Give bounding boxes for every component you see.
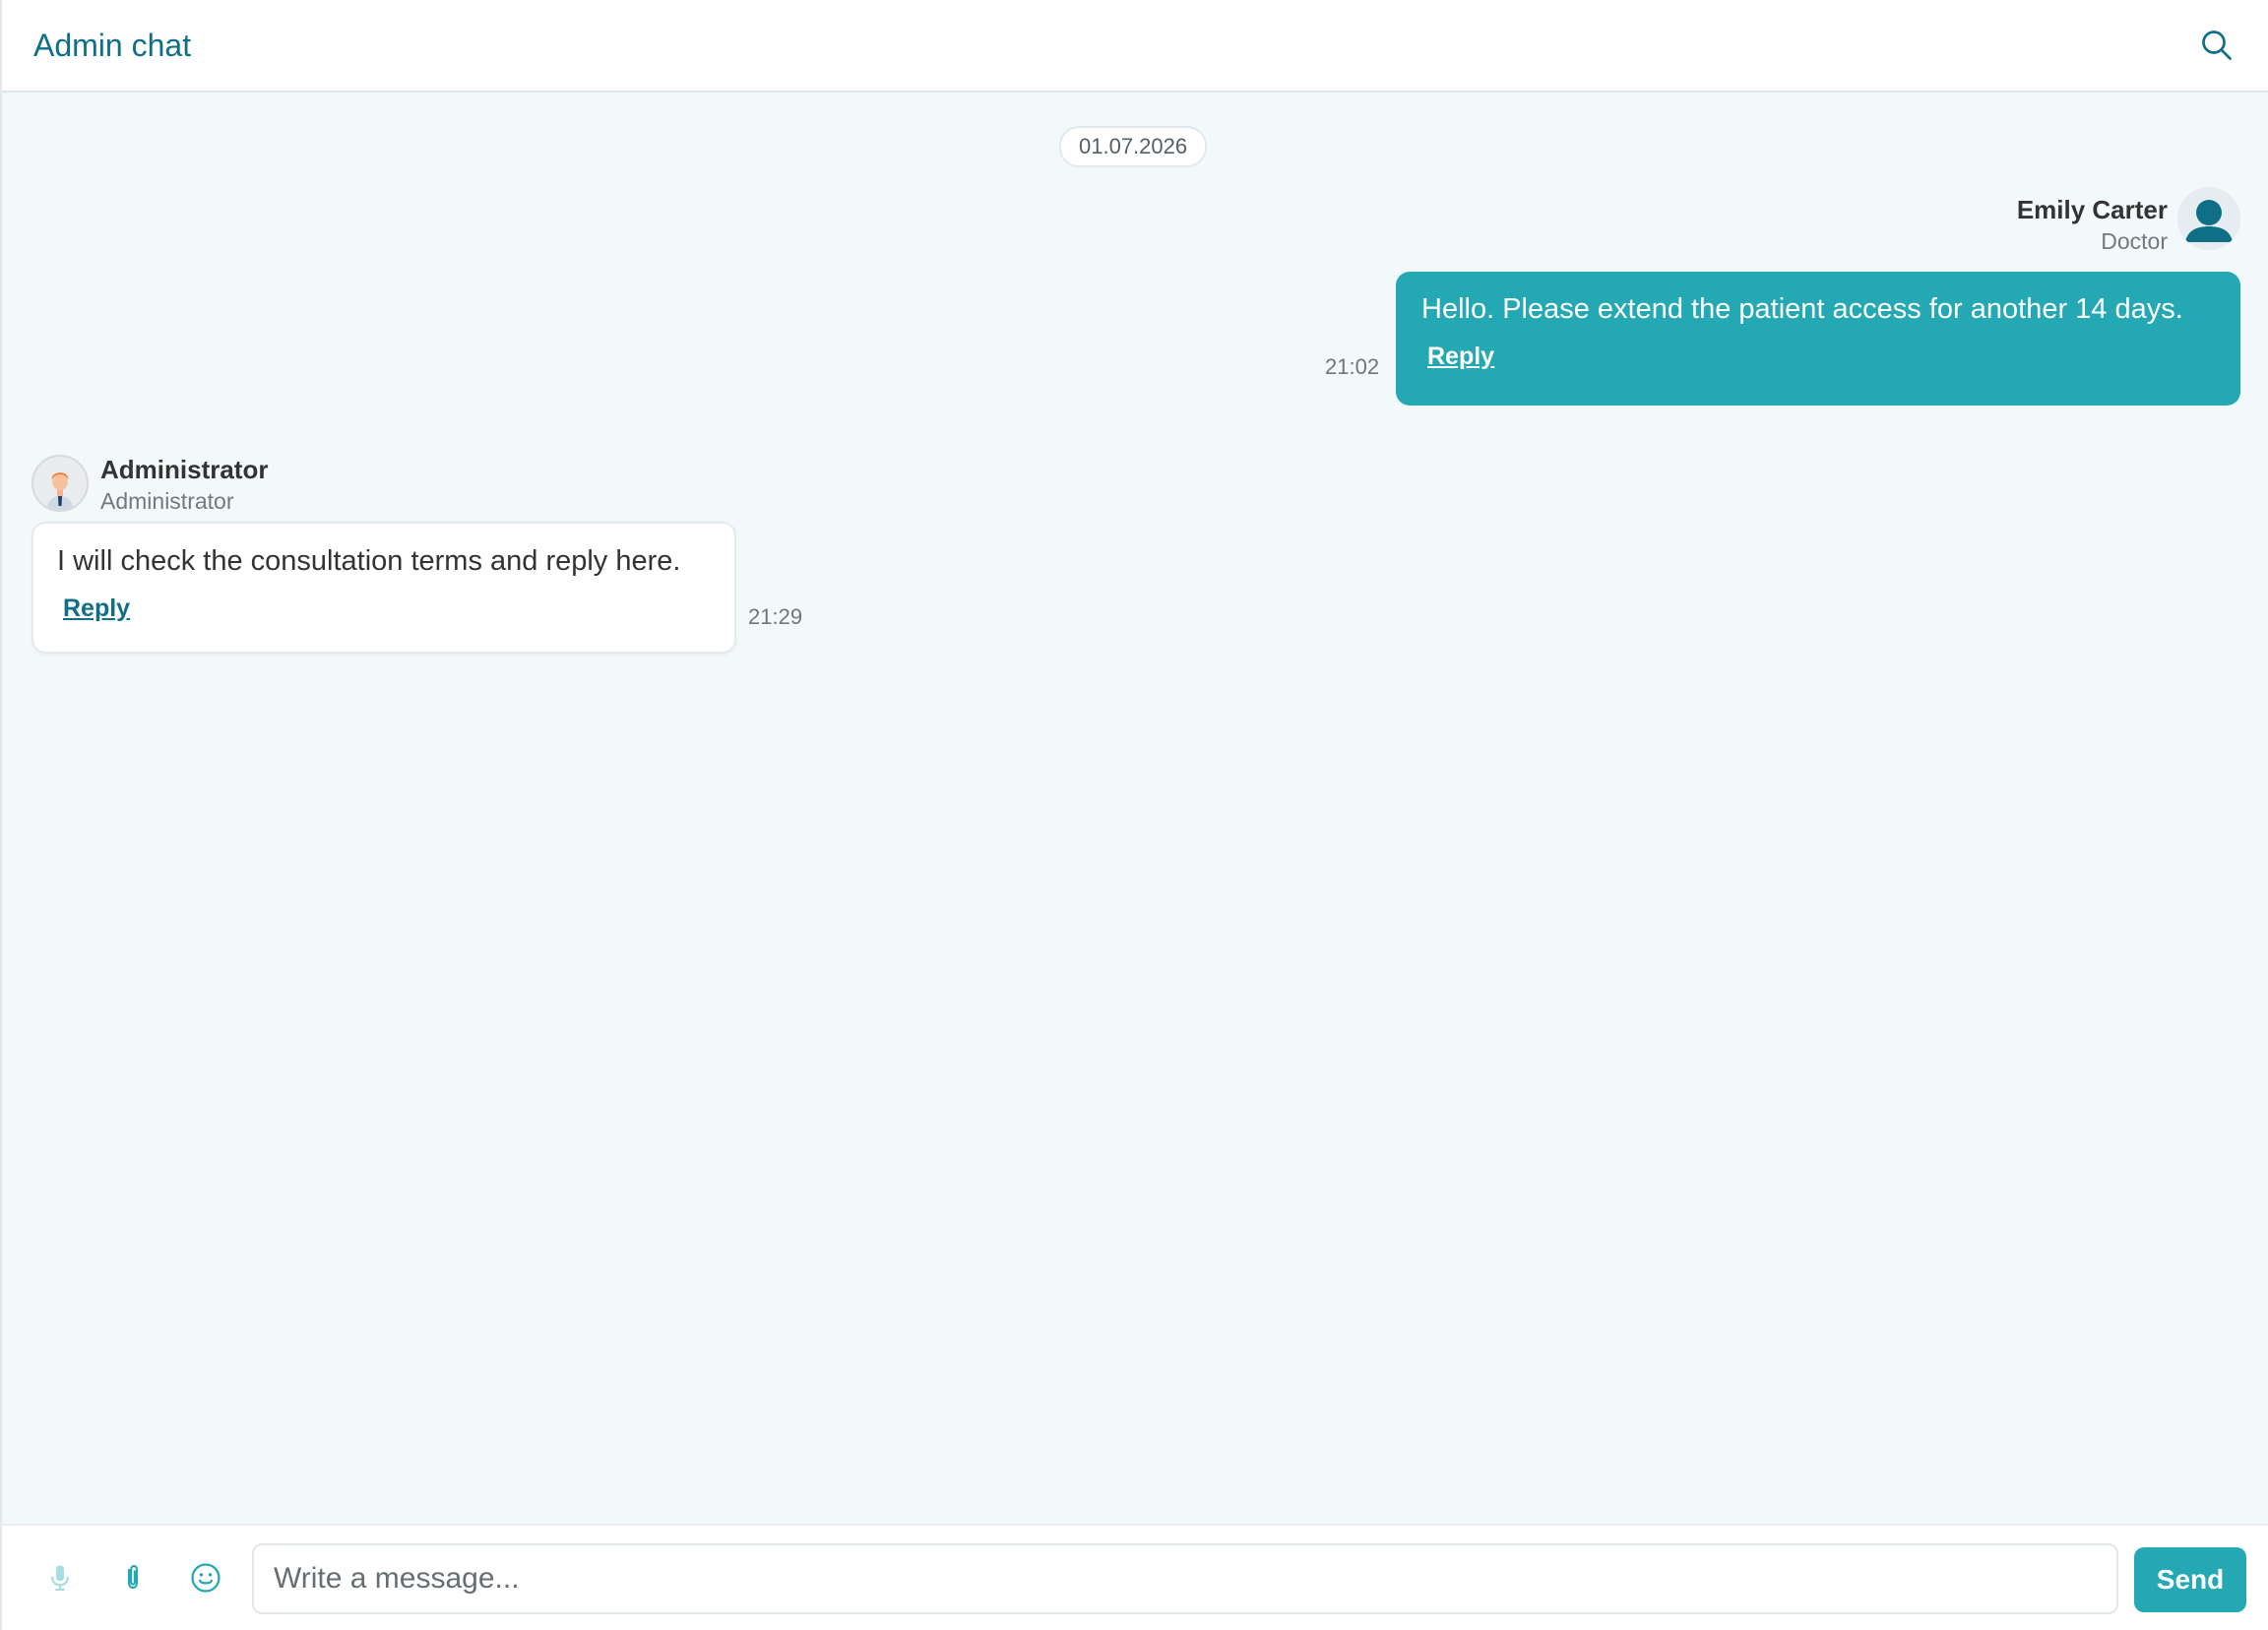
sender-role: Administrator	[100, 488, 234, 514]
date-separator: 01.07.2026	[1059, 126, 1208, 167]
user-silhouette-icon	[2185, 200, 2233, 242]
message-text: I will check the consultation terms and …	[57, 545, 681, 577]
message-time: 21:29	[748, 604, 803, 629]
sender-name: Administrator	[100, 455, 269, 484]
avatar	[32, 455, 89, 512]
message-bubble-outgoing: Hello. Please extend the patient access …	[1396, 272, 2240, 406]
emoji-icon	[191, 1563, 220, 1593]
message-text: Hello. Please extend the patient access …	[1421, 293, 2183, 325]
message-bubble-incoming: I will check the consultation terms and …	[32, 522, 736, 654]
reply-link[interactable]: Reply	[63, 595, 130, 623]
send-button[interactable]: Send	[2134, 1547, 2246, 1612]
chat-app: Admin chat 01.07.2026 Emily Carter Docto…	[0, 0, 2268, 1630]
reply-link[interactable]: Reply	[1427, 343, 1494, 371]
sender-info-incoming: Administrator Administrator	[100, 453, 268, 516]
message-list[interactable]: 01.07.2026 Emily Carter Doctor Hello. Pl…	[2, 93, 2268, 1524]
sender-role: Doctor	[2101, 228, 2168, 254]
admin-avatar-icon	[47, 472, 73, 510]
microphone-icon	[50, 1565, 70, 1592]
search-icon	[2202, 31, 2232, 60]
search-button[interactable]	[2193, 22, 2240, 69]
chat-header: Admin chat	[2, 0, 2268, 93]
message-composer: Send	[2, 1524, 2268, 1630]
avatar	[2177, 187, 2240, 250]
attach-button[interactable]	[110, 1555, 156, 1600]
message-input[interactable]	[252, 1543, 2118, 1614]
page-title: Admin chat	[33, 28, 192, 63]
emoji-button[interactable]	[183, 1555, 228, 1600]
paperclip-icon	[127, 1564, 139, 1590]
sender-info-outgoing: Emily Carter Doctor	[2017, 193, 2168, 256]
microphone-button[interactable]	[37, 1555, 83, 1600]
sender-name: Emily Carter	[2016, 195, 2168, 224]
message-time: 21:02	[1325, 354, 1380, 379]
